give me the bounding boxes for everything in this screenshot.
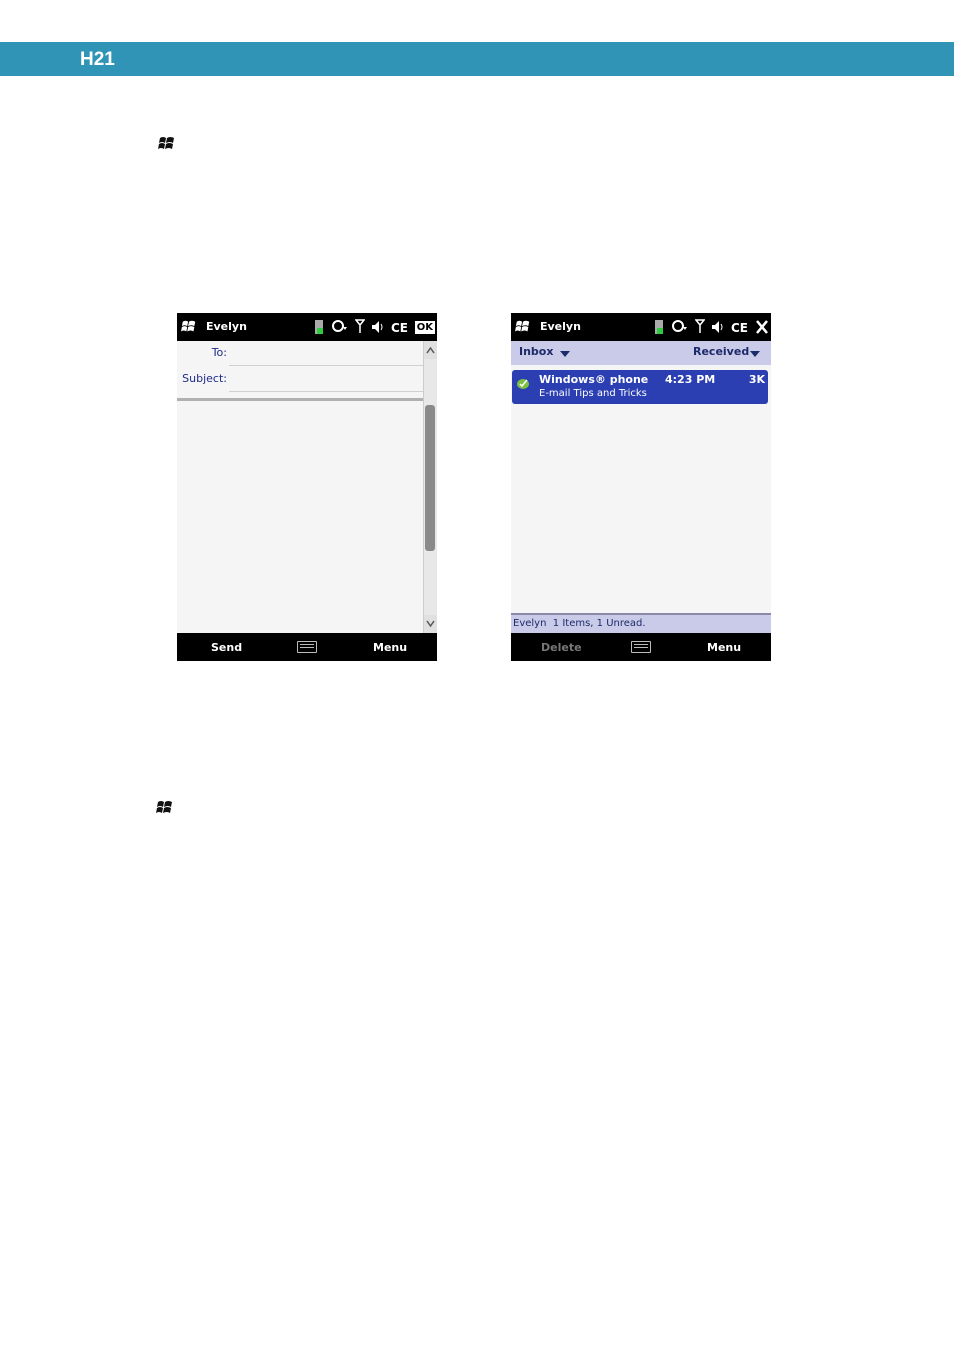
connectivity-icon[interactable] bbox=[331, 319, 349, 335]
inbox-status-strip: Evelyn 1 Items, 1 Unread. bbox=[511, 613, 771, 635]
subject-field-label: Subject: bbox=[182, 372, 227, 385]
folder-dropdown[interactable]: Inbox bbox=[519, 345, 553, 358]
keyboard-icon[interactable] bbox=[297, 641, 317, 653]
message-subject: E-mail Tips and Tricks bbox=[539, 388, 647, 399]
compose-email-screen: Evelyn CE OK To: Subject: Send Menu bbox=[177, 313, 437, 661]
svg-text:CE: CE bbox=[731, 321, 748, 335]
signal-icon[interactable] bbox=[695, 319, 705, 335]
message-sender: Windows® phone bbox=[539, 373, 649, 386]
list-item[interactable]: Windows® phone 4:23 PM 3K E-mail Tips an… bbox=[512, 370, 768, 404]
scroll-thumb[interactable] bbox=[425, 405, 435, 551]
menu-softkey[interactable]: Menu bbox=[707, 641, 741, 654]
page-header-bar: H21 bbox=[0, 42, 954, 76]
status-title: Evelyn bbox=[206, 320, 247, 333]
scroll-up-button[interactable] bbox=[424, 341, 437, 359]
windows-logo-icon bbox=[158, 137, 174, 149]
message-status-icon bbox=[517, 379, 529, 389]
scroll-down-button[interactable] bbox=[424, 615, 437, 633]
message-size: 3K bbox=[748, 373, 765, 386]
menu-softkey[interactable]: Menu bbox=[373, 641, 407, 654]
battery-icon[interactable] bbox=[313, 319, 325, 335]
list-header: Inbox Received bbox=[511, 341, 771, 365]
chevron-down-icon bbox=[426, 620, 435, 628]
windows-logo-icon bbox=[156, 801, 172, 813]
status-bar: Evelyn CE bbox=[511, 313, 771, 341]
chevron-down-icon[interactable] bbox=[750, 351, 760, 357]
subject-field-line bbox=[229, 391, 423, 392]
chevron-down-icon[interactable] bbox=[560, 351, 570, 357]
connectivity-icon[interactable] bbox=[671, 319, 689, 335]
keyboard-icon[interactable] bbox=[631, 641, 651, 653]
start-menu-icon[interactable] bbox=[515, 319, 531, 335]
ok-button[interactable]: OK bbox=[414, 320, 435, 334]
close-icon[interactable] bbox=[755, 319, 769, 335]
message-body-area[interactable] bbox=[177, 401, 424, 633]
delete-softkey[interactable]: Delete bbox=[541, 641, 582, 654]
folder-label: Inbox bbox=[519, 345, 554, 358]
status-bar: Evelyn CE OK bbox=[177, 313, 437, 341]
battery-icon[interactable] bbox=[653, 319, 665, 335]
status-icons: CE OK bbox=[313, 317, 435, 337]
softkey-bar: Delete Menu bbox=[511, 633, 771, 661]
chevron-up-icon bbox=[426, 346, 435, 354]
subject-field[interactable]: Subject: bbox=[177, 367, 423, 393]
input-mode-icon[interactable]: CE bbox=[731, 319, 749, 335]
to-field[interactable]: To: bbox=[177, 341, 423, 367]
sort-dropdown[interactable]: Received bbox=[693, 345, 749, 358]
svg-text:CE: CE bbox=[391, 321, 408, 335]
to-field-label: To: bbox=[211, 346, 227, 359]
volume-icon[interactable] bbox=[711, 319, 725, 335]
status-icons: CE bbox=[653, 317, 769, 337]
inbox-status-text: Evelyn 1 Items, 1 Unread. bbox=[513, 618, 646, 629]
volume-icon[interactable] bbox=[371, 319, 385, 335]
inbox-screen: Evelyn CE Inbox Received Windows® phone … bbox=[511, 313, 771, 661]
softkey-bar: Send Menu bbox=[177, 633, 437, 661]
message-time: 4:23 PM bbox=[665, 373, 716, 386]
sort-label: Received bbox=[693, 345, 750, 358]
signal-icon[interactable] bbox=[354, 319, 365, 335]
input-mode-icon[interactable]: CE bbox=[391, 319, 409, 335]
page-header-title: H21 bbox=[80, 49, 115, 70]
to-field-line bbox=[229, 365, 423, 366]
scrollbar[interactable] bbox=[423, 341, 437, 633]
send-softkey[interactable]: Send bbox=[211, 641, 242, 654]
start-menu-icon[interactable] bbox=[181, 319, 197, 335]
status-title: Evelyn bbox=[540, 320, 581, 333]
